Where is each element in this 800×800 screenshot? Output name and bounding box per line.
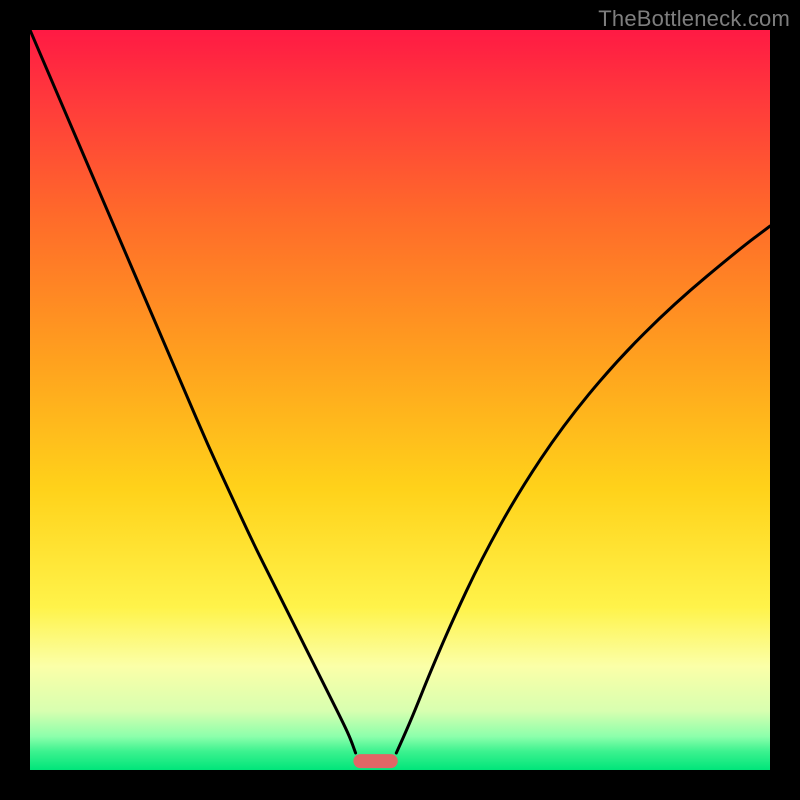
chart-svg	[30, 30, 770, 770]
marker-group	[353, 754, 397, 768]
gradient-background	[30, 30, 770, 770]
attribution-label: TheBottleneck.com	[598, 6, 790, 32]
chart-frame: TheBottleneck.com	[0, 0, 800, 800]
plot-area	[30, 30, 770, 770]
bottom-marker	[353, 754, 397, 768]
